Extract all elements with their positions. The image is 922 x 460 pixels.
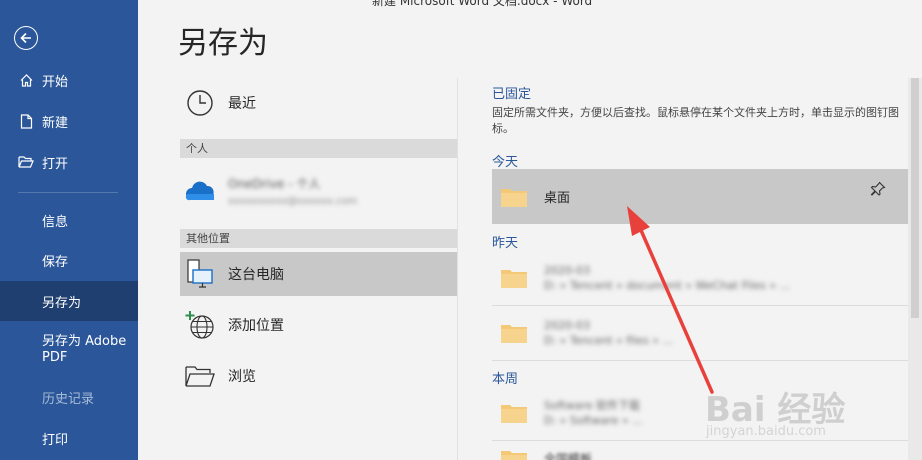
watermark-url: jingyan.baidu.com (706, 424, 826, 439)
